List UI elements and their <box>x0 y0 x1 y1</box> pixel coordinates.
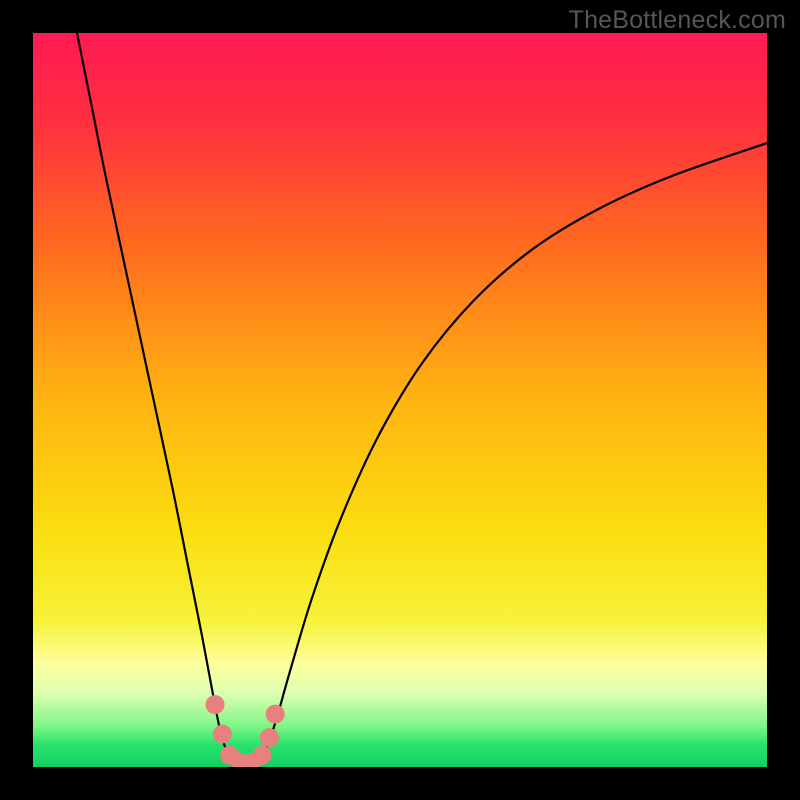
data-marker <box>266 705 285 724</box>
plot-area <box>33 33 767 767</box>
data-marker <box>206 695 225 714</box>
data-marker <box>213 724 232 743</box>
data-marker <box>260 728 279 747</box>
chart-frame: TheBottleneck.com <box>0 0 800 800</box>
data-marker <box>253 746 272 765</box>
chart-background <box>33 33 767 767</box>
watermark-text: TheBottleneck.com <box>569 6 786 35</box>
bottleneck-chart <box>33 33 767 767</box>
